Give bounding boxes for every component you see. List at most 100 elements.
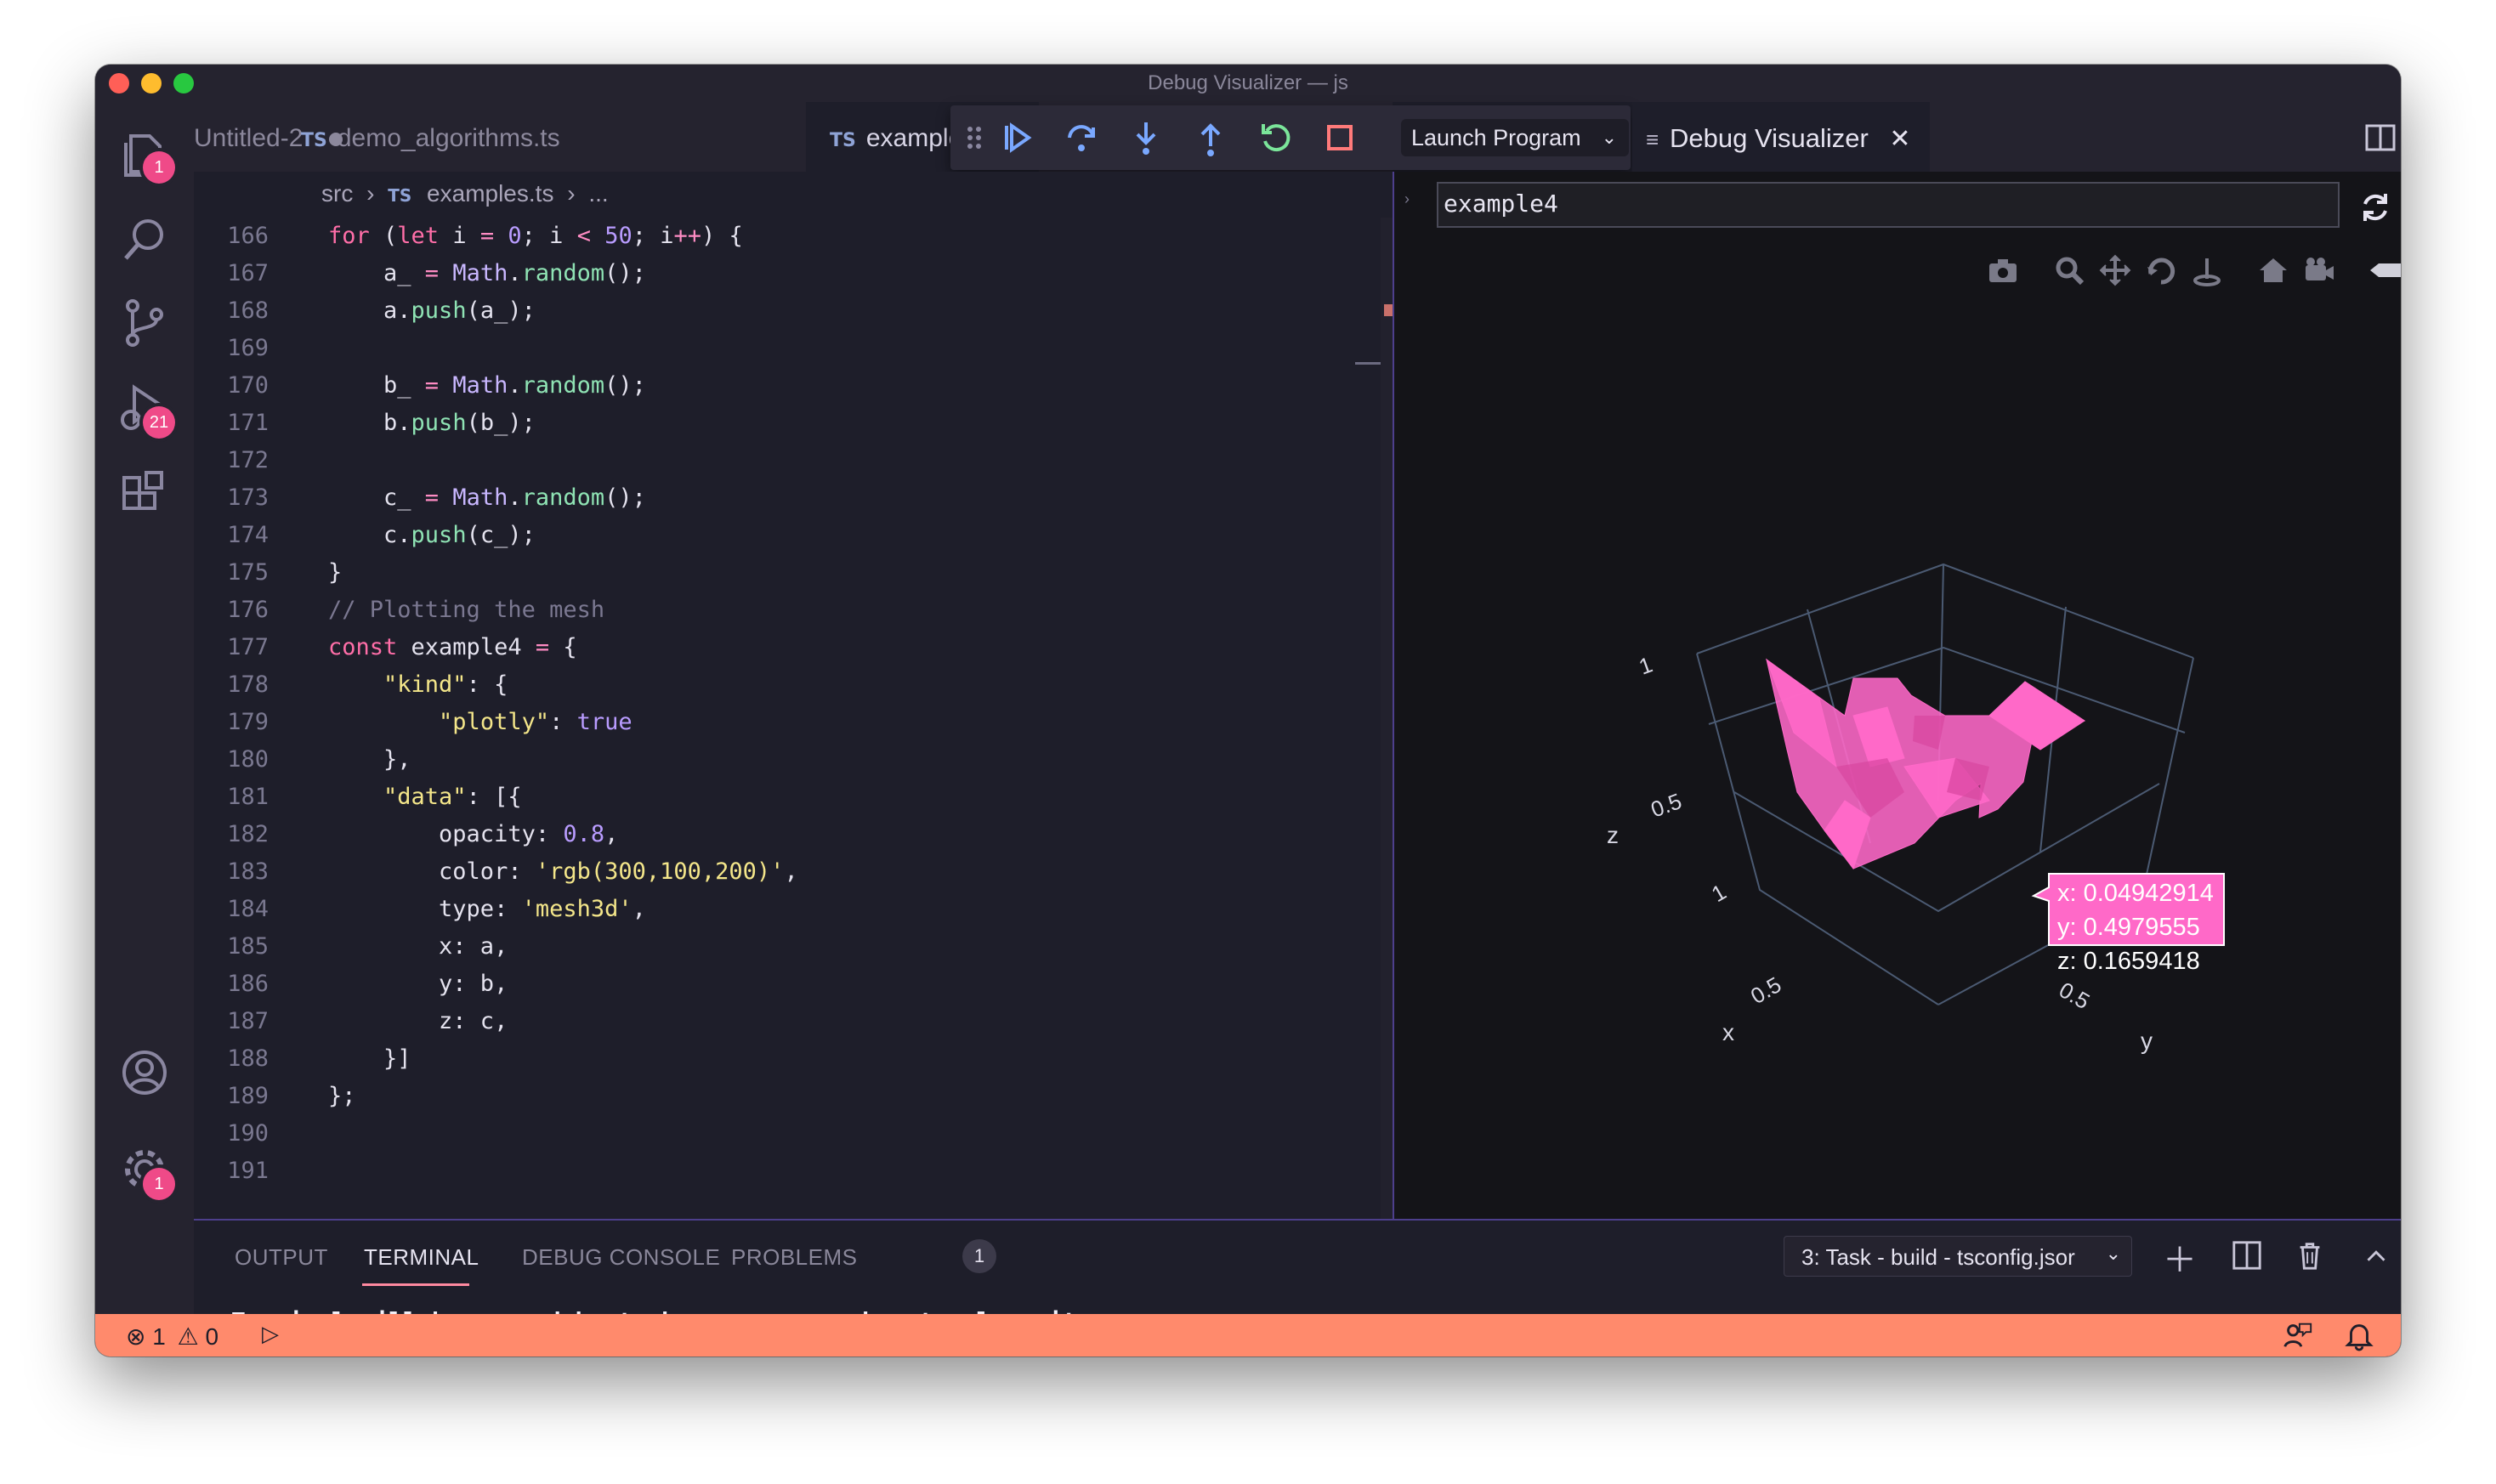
debug-toolbar: Launch Program ⌄ (950, 105, 1631, 170)
stop-button[interactable] (1319, 117, 1360, 158)
line-number: 183 (227, 858, 269, 885)
step-over-icon (1068, 125, 1095, 151)
bell-icon[interactable] (2343, 1319, 2375, 1351)
tooltip-z: z: 0.1659418 (2057, 948, 2200, 975)
split-terminal-icon[interactable] (2231, 1239, 2263, 1272)
line-number: 176 (227, 597, 269, 623)
code-line: a.push(a_); (328, 297, 536, 324)
line-number: 171 (227, 410, 269, 436)
restart-button[interactable] (1255, 117, 1296, 158)
code-line: type: 'mesh3d', (328, 896, 646, 922)
vscode-window: Debug Visualizer — js 1 21 1 Untitled-2 … (95, 65, 2401, 1357)
chevron-up-icon[interactable] (2360, 1239, 2392, 1272)
gripper-icon (967, 127, 981, 149)
tab-debug-visualizer[interactable]: ≡ Debug Visualizer ✕ (1632, 102, 1930, 172)
title-bar: Debug Visualizer — js (95, 65, 2401, 102)
step-out-icon (1200, 123, 1221, 156)
drag-handle[interactable] (962, 117, 986, 158)
error-count: 1 (152, 1323, 166, 1350)
stop-icon (1327, 125, 1353, 150)
new-terminal-icon[interactable]: ＋ (2163, 1232, 2197, 1282)
code-line: opacity: 0.8, (328, 821, 619, 847)
code-line: b.push(b_); (328, 410, 536, 436)
line-number: 179 (227, 709, 269, 735)
line-number: 178 (227, 671, 269, 698)
x-axis-label: x (1722, 1019, 1734, 1045)
manage-button[interactable]: 1 (116, 1141, 175, 1200)
tab-output[interactable]: OUTPUT (235, 1244, 328, 1271)
right-tab-bar: ⋯ (1930, 102, 2401, 172)
tooltip-y: y: 0.4979555 (2057, 914, 2200, 941)
step-over-button[interactable] (1061, 117, 1102, 158)
code-line: "data": [{ (383, 784, 522, 810)
tab-demo-algorithms[interactable]: TS demo_algorithms.ts (301, 102, 637, 172)
code-line: z: c, (328, 1008, 508, 1034)
line-number: 180 (227, 746, 269, 773)
feedback-icon[interactable] (2282, 1319, 2314, 1351)
code-line: a_ = Math.random(); (328, 260, 646, 286)
breadcrumb-folder[interactable]: src (321, 180, 353, 207)
active-tab-underline (362, 1283, 469, 1286)
line-number: 191 (227, 1158, 269, 1184)
breadcrumb-more[interactable]: ... (588, 180, 608, 207)
accounts-button[interactable] (116, 1044, 173, 1102)
close-tab-icon[interactable]: ✕ (1889, 125, 1910, 153)
chevron-right-icon: › (366, 180, 375, 207)
chevron-down-icon: ⌄ (1601, 127, 1617, 148)
extensions-icon (122, 471, 163, 510)
extensions-button[interactable] (116, 466, 173, 524)
launch-config-label: Launch Program (1411, 125, 1581, 150)
mesh3d-plot[interactable]: 1 0.5 z 1 0.5 x 0.5 y x: 0.04942914 y: 0… (1394, 172, 2401, 1219)
tab-problems[interactable]: PROBLEMS (731, 1244, 858, 1271)
code-line: // Plotting the mesh (328, 597, 605, 623)
line-number: 175 (227, 559, 269, 586)
step-into-button[interactable] (1126, 117, 1166, 158)
editor-scrollbar[interactable] (1355, 218, 1393, 1219)
code-editor[interactable]: 166 for (let i = 0; i < 50; i++) { 167 a_… (194, 218, 1393, 1219)
explorer-button[interactable]: 1 (116, 124, 175, 184)
warning-icon: ⚠ (177, 1323, 199, 1350)
hover-tooltip: x: 0.04942914 y: 0.4979555 z: 0.1659418 (2031, 873, 2225, 975)
code-line: y: b, (328, 971, 508, 997)
search-button[interactable] (116, 211, 173, 269)
error-icon: ⊗ (126, 1323, 146, 1350)
scroll-marker (1384, 304, 1393, 316)
mesh-surface (1765, 658, 2086, 870)
code-line: }; (328, 1083, 356, 1109)
code-line: for (let i = 0; i < 50; i++) { (328, 223, 743, 249)
run-play-icon[interactable]: ▷ (262, 1321, 279, 1347)
line-number: 186 (227, 971, 269, 997)
code-line: b_ = Math.random(); (328, 372, 646, 399)
code-line: color: 'rgb(300,100,200)', (328, 858, 798, 885)
line-number: 174 (227, 522, 269, 548)
launch-config-select[interactable]: Launch Program ⌄ (1401, 119, 1629, 156)
code-line: "plotly": true (439, 709, 633, 735)
split-editor-icon[interactable] (2363, 121, 2397, 155)
problems-badge: 1 (962, 1239, 996, 1273)
problems-status[interactable]: ⊗ 1 ⚠ 0 (126, 1323, 218, 1351)
activity-bar: 1 21 1 (95, 102, 194, 1314)
breadcrumb-file[interactable]: examples.ts (427, 180, 553, 207)
line-number: 188 (227, 1045, 269, 1072)
line-number: 185 (227, 933, 269, 960)
x-tick-05: 0.5 (1746, 971, 1785, 1009)
tab-terminal[interactable]: TERMINAL (364, 1244, 479, 1271)
line-number: 167 (227, 260, 269, 286)
code-line: c_ = Math.random(); (328, 484, 646, 511)
step-out-button[interactable] (1190, 117, 1231, 158)
search-icon (124, 219, 163, 260)
line-number: 173 (227, 484, 269, 511)
restart-icon (1262, 124, 1291, 152)
source-control-button[interactable] (116, 294, 173, 352)
task-select[interactable]: 3: Task - build - tsconfig.jsor ⌄ (1784, 1236, 2132, 1277)
continue-button[interactable] (996, 117, 1037, 158)
line-number: 181 (227, 784, 269, 810)
scroll-thumb[interactable] (1355, 362, 1381, 365)
line-number: 187 (227, 1008, 269, 1034)
code-line: "kind": { (383, 671, 508, 698)
code-line: }] (328, 1045, 411, 1072)
z-tick-05: 0.5 (1648, 788, 1685, 823)
trash-icon[interactable] (2294, 1239, 2326, 1272)
run-debug-button[interactable]: 21 (116, 379, 175, 439)
tab-debug-console[interactable]: DEBUG CONSOLE (522, 1244, 720, 1271)
